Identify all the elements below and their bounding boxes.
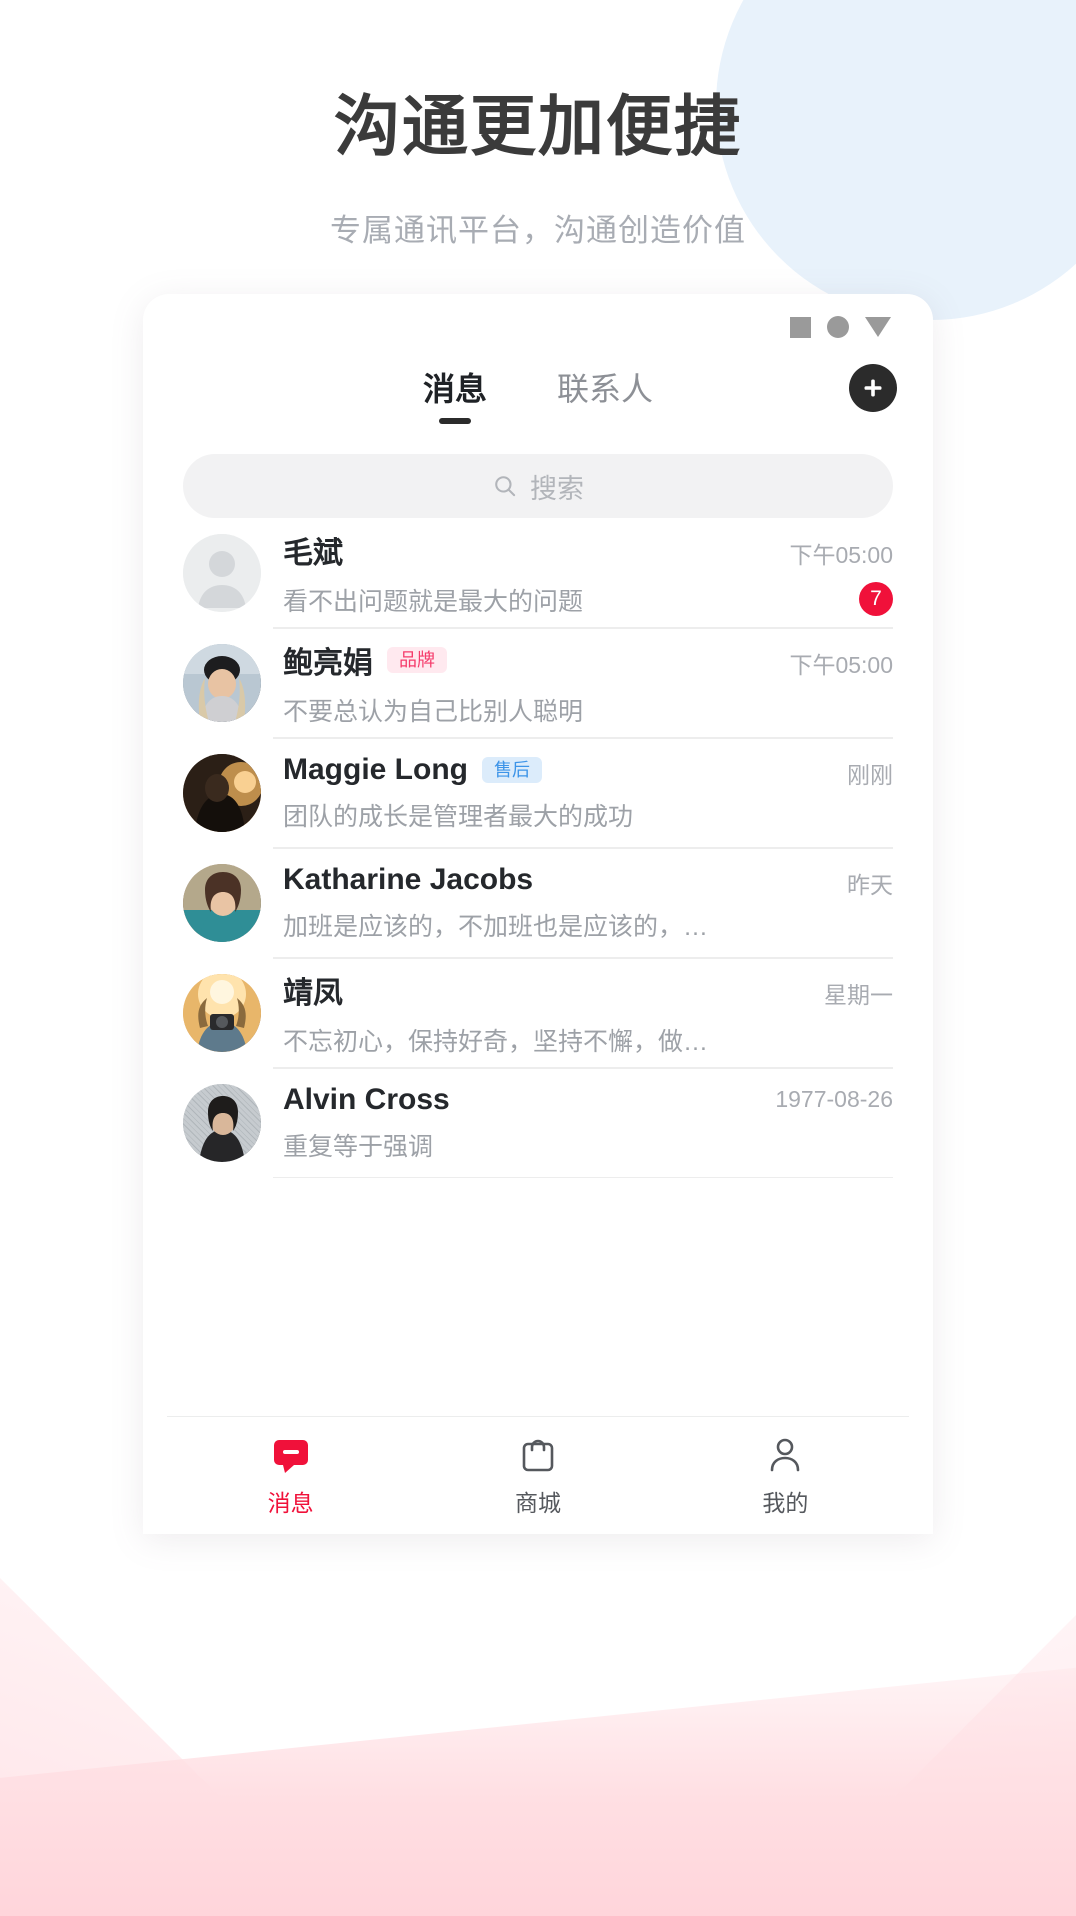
photo-avatar-icon [183,1084,261,1162]
contact-name: Katharine Jacobs [283,863,534,896]
nav-item-profile[interactable]: 我的 [662,1433,909,1518]
hero-section: 沟通更加便捷 专属通讯平台，沟通创造价值 [0,0,1076,250]
status-badge: 售后 [481,757,542,783]
nav-label-profile: 我的 [762,1490,809,1516]
chat-bubble-icon [273,1440,308,1473]
search-input[interactable]: 搜索 [183,454,893,518]
list-item-meta: 昨天 [743,848,893,958]
list-item[interactable]: Alvin Cross 重复等于强调 1977-08-26 [183,1068,893,1178]
timestamp: 刚刚 [847,762,893,788]
photo-avatar-icon [183,974,261,1052]
message-preview: 不要总认为自己比别人聪明 [283,698,584,726]
list-item[interactable]: 鲍亮娟 品牌 不要总认为自己比别人聪明 下午05:00 [183,628,893,738]
nav-label-store: 商城 [514,1490,561,1516]
avatar[interactable] [183,864,261,942]
triangle-down-icon [865,317,891,337]
contact-name: Maggie Long [283,753,468,786]
tab-contacts[interactable]: 联系人 [551,364,659,424]
contact-name: 靖凤 [283,977,343,1010]
message-preview: 看不出问题就是最大的问题 [283,588,584,616]
conversation-list: 毛斌 看不出问题就是最大的问题 下午05:00 7 鲍亮娟 品牌 不要总认为自己… [143,518,933,1416]
add-button[interactable] [849,364,897,412]
list-item-content: 毛斌 看不出问题就是最大的问题 [283,528,721,618]
list-item[interactable]: 毛斌 看不出问题就是最大的问题 下午05:00 7 [183,518,893,628]
contact-name: Alvin Cross [283,1083,450,1116]
phone-mockup: 消息 联系人 搜索 毛斌 看不出问题就是最大的问题 下午05:00 7 鲍亮娟 … [143,294,933,1534]
avatar[interactable] [183,974,261,1052]
list-item-content: Maggie Long 售后 团队的成长是管理者最大的成功 [283,753,721,833]
search-section: 搜索 [143,444,933,518]
contact-name: 鲍亮娟 [283,647,373,680]
list-item[interactable]: Katharine Jacobs 加班是应该的，不加班也是应该的，只有完不...… [183,848,893,958]
photo-avatar-icon [183,754,261,832]
status-bar [143,294,933,360]
default-person-avatar-icon [183,534,261,612]
name-row: Katharine Jacobs [283,863,721,897]
list-item[interactable]: 靖凤 不忘初心，保持好奇，坚持不懈，做好自己 星期一 [183,958,893,1068]
list-item-content: 靖凤 不忘初心，保持好奇，坚持不懈，做好自己 [283,968,721,1058]
timestamp: 下午05:00 [789,652,893,678]
message-preview: 团队的成长是管理者最大的成功 [283,803,634,831]
search-placeholder: 搜索 [530,473,584,504]
square-icon [790,316,811,338]
avatar[interactable] [183,644,261,722]
name-row: Alvin Cross [283,1083,721,1117]
photo-avatar-icon [183,644,261,722]
nav-item-store[interactable]: 商城 [414,1433,661,1518]
list-item-meta: 刚刚 [743,738,893,848]
photo-avatar-icon [183,864,261,942]
person-icon [771,1438,800,1472]
avatar[interactable] [183,1084,261,1162]
shopping-bag-icon [522,1439,554,1472]
message-preview: 不忘初心，保持好奇，坚持不懈，做好自己 [283,1028,721,1056]
avatar[interactable] [183,754,261,832]
tab-messages[interactable]: 消息 [417,364,493,424]
nav-label-messages: 消息 [267,1490,314,1516]
status-badge: 品牌 [387,647,447,673]
list-item-meta: 下午05:00 7 [743,518,893,628]
timestamp: 下午05:00 [789,542,893,568]
timestamp: 星期一 [824,982,893,1008]
message-preview: 重复等于强调 [283,1133,434,1161]
tab-bar: 消息 联系人 [143,360,933,444]
list-item-content: Katharine Jacobs 加班是应该的，不加班也是应该的，只有完不... [283,863,721,943]
name-row: 鲍亮娟 品牌 [283,638,721,682]
timestamp: 1977-08-26 [775,1086,893,1112]
avatar[interactable] [183,534,261,612]
nav-item-messages[interactable]: 消息 [167,1433,414,1518]
list-item-content: Alvin Cross 重复等于强调 [283,1083,721,1163]
list-item-content: 鲍亮娟 品牌 不要总认为自己比别人聪明 [283,638,721,728]
name-row: Maggie Long 售后 [283,753,721,787]
list-item[interactable]: Maggie Long 售后 团队的成长是管理者最大的成功 刚刚 [183,738,893,848]
name-row: 毛斌 [283,528,721,572]
list-item-meta: 1977-08-26 [743,1068,893,1178]
list-item-meta: 下午05:00 [743,628,893,738]
search-icon [495,476,516,497]
bottom-navigation: 消息 商城 我的 [167,1416,909,1534]
page-subtitle: 专属通讯平台，沟通创造价值 [330,213,746,249]
list-item-meta: 星期一 [743,958,893,1068]
unread-badge: 7 [859,582,893,616]
page-title: 沟通更加便捷 [334,89,742,163]
name-row: 靖凤 [283,968,721,1012]
timestamp: 昨天 [847,872,893,898]
contact-name: 毛斌 [283,537,343,570]
plus-icon [864,379,882,397]
message-preview: 加班是应该的，不加班也是应该的，只有完不... [283,913,721,941]
circle-icon [827,316,849,338]
